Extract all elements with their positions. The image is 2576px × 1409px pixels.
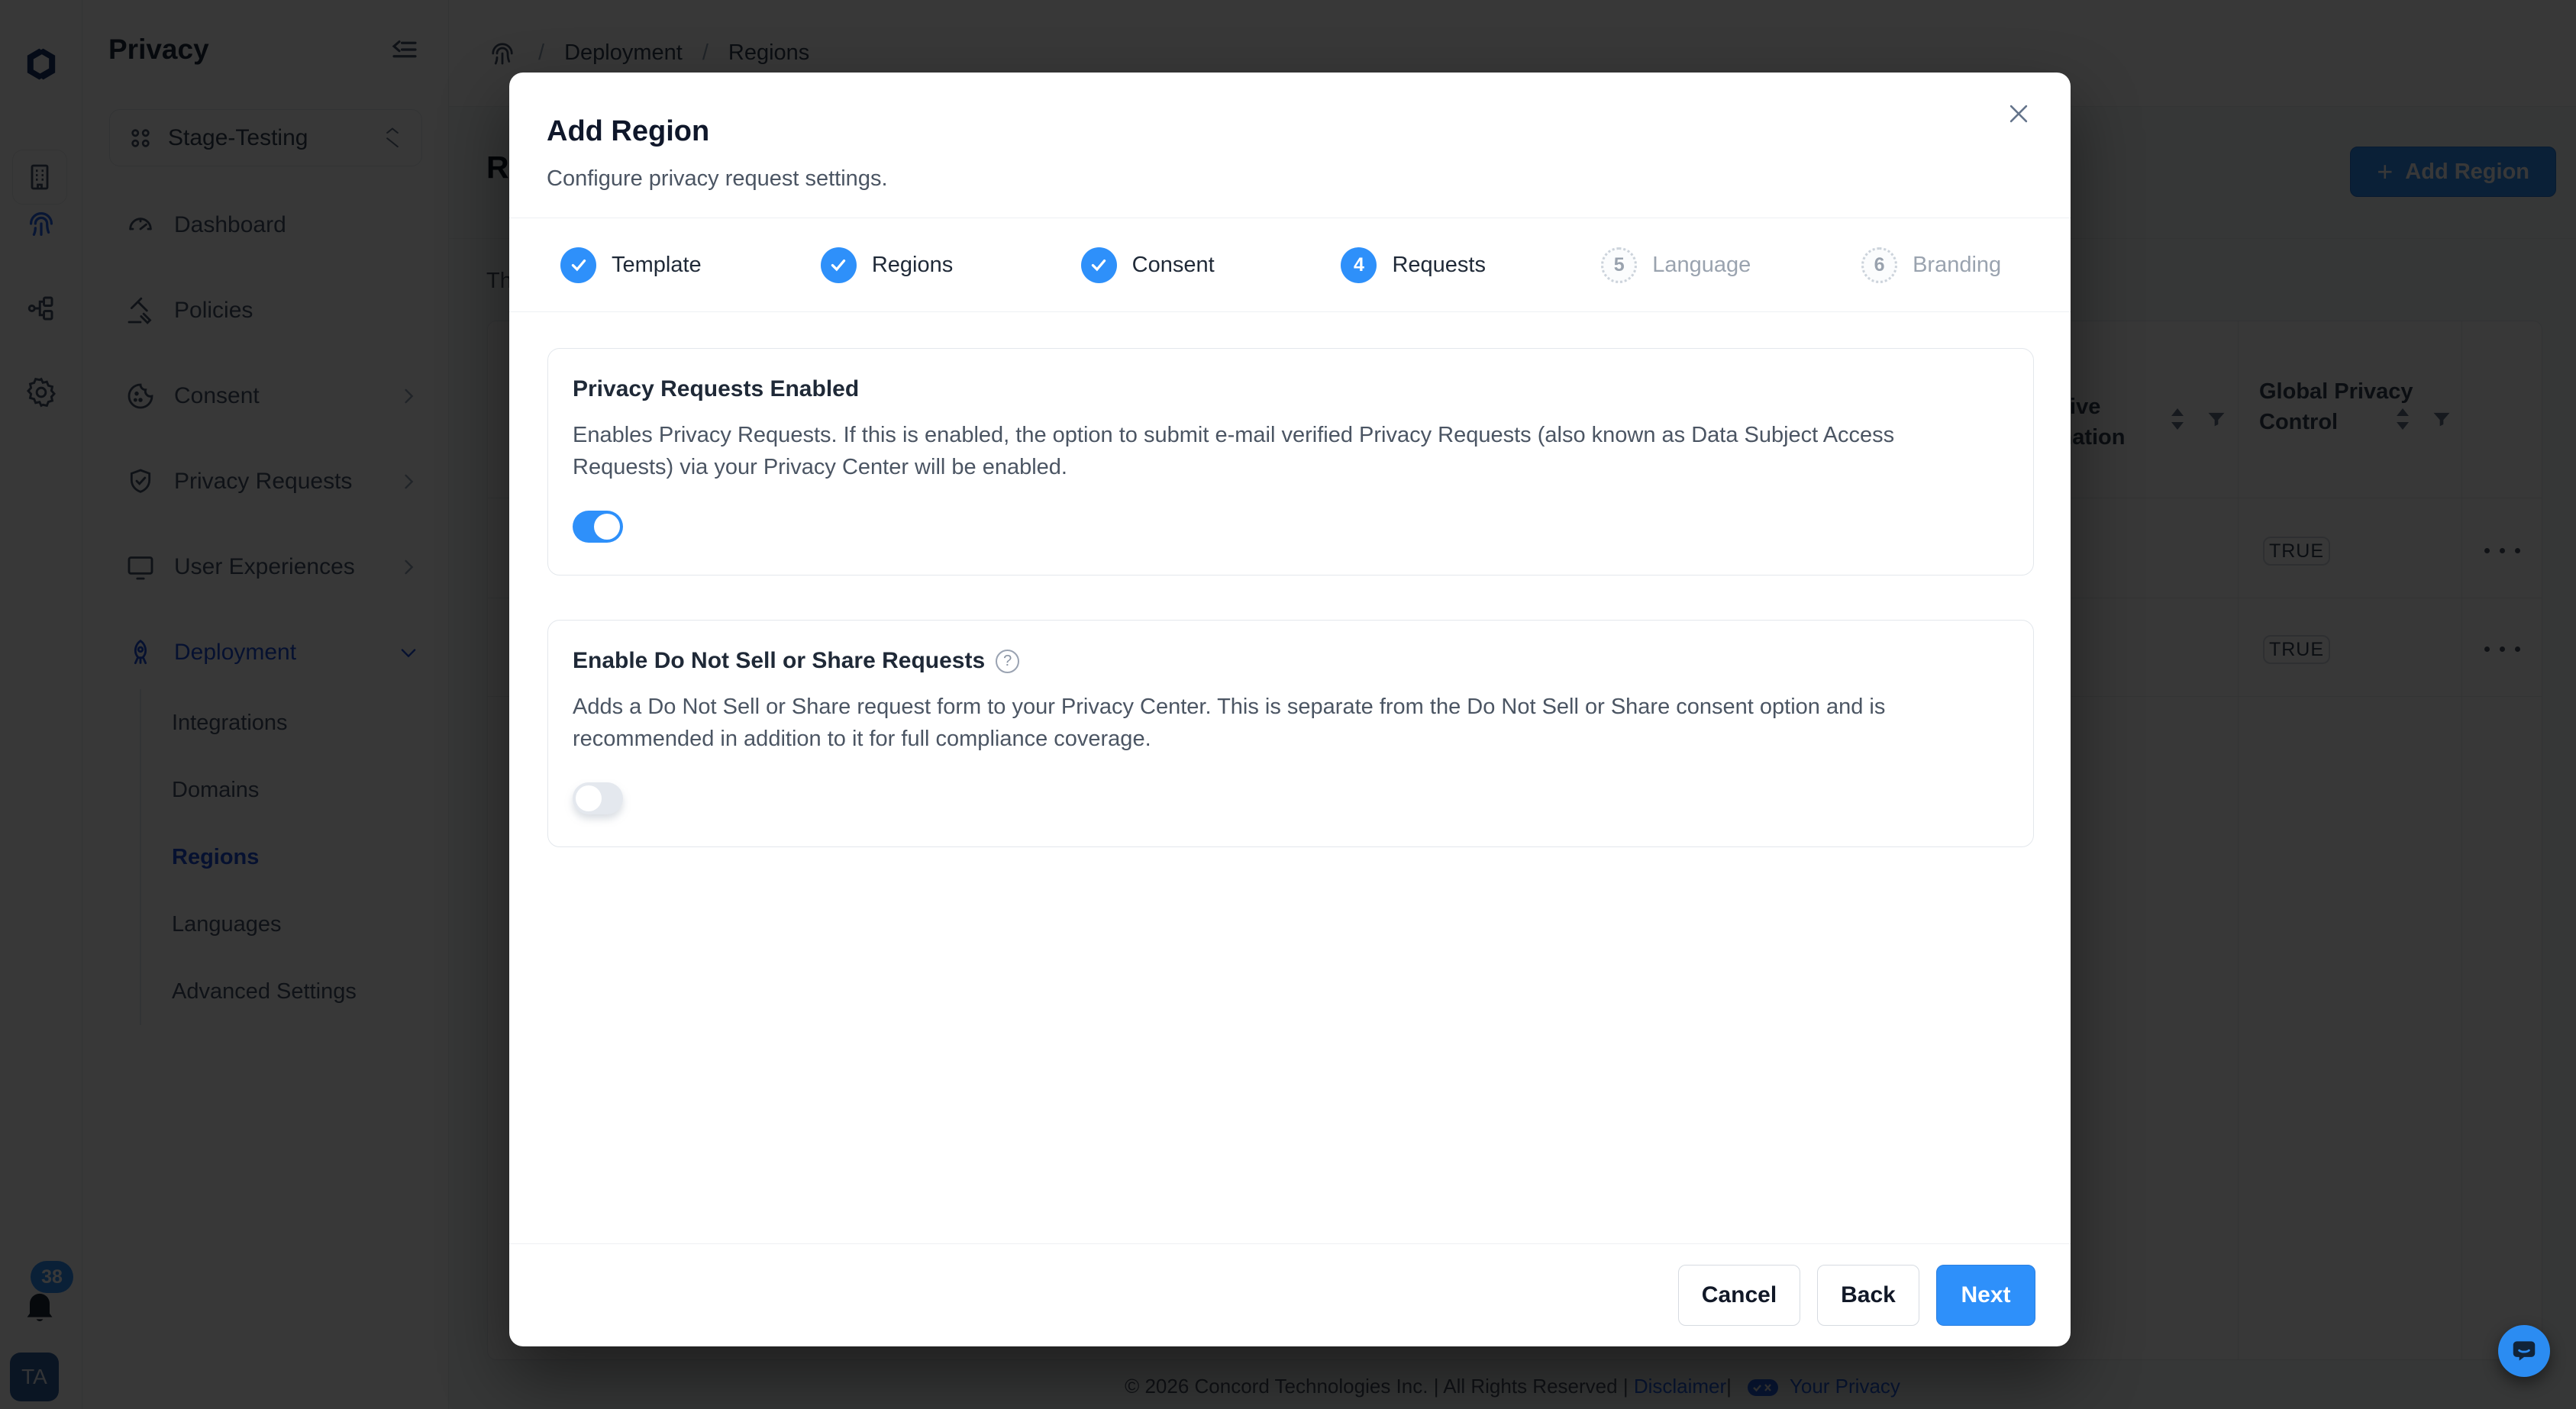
step-label: Language — [1652, 253, 1751, 278]
step-label: Branding — [1913, 253, 2001, 278]
modal-header: Add Region Configure privacy request set… — [509, 73, 2071, 218]
step-label: Template — [612, 253, 702, 278]
do-not-sell-toggle[interactable] — [573, 782, 623, 814]
step-branding[interactable]: 6 Branding — [1810, 218, 2071, 311]
step-number: 6 — [1861, 247, 1897, 283]
toggle-knob — [594, 514, 620, 540]
close-icon — [2006, 101, 2032, 127]
chat-launcher-button[interactable] — [2498, 1325, 2550, 1377]
chat-bubble-icon — [2510, 1336, 2539, 1365]
back-button[interactable]: Back — [1817, 1265, 1919, 1326]
modal-subtitle: Configure privacy request settings. — [547, 166, 2034, 192]
step-check-icon — [560, 247, 596, 283]
toggle-knob — [576, 785, 602, 811]
step-template[interactable]: Template — [509, 218, 770, 311]
step-number: 4 — [1341, 247, 1377, 283]
setting-title: Privacy Requests Enabled — [573, 376, 2009, 402]
step-regions[interactable]: Regions — [770, 218, 1030, 311]
step-consent[interactable]: Consent — [1030, 218, 1290, 311]
help-icon[interactable]: ? — [996, 650, 1019, 673]
step-number: 5 — [1601, 247, 1637, 283]
privacy-requests-enabled-card: Privacy Requests Enabled Enables Privacy… — [547, 348, 2034, 576]
next-button[interactable]: Next — [1936, 1265, 2035, 1326]
setting-title-text: Enable Do Not Sell or Share Requests — [573, 648, 985, 674]
setting-description: Adds a Do Not Sell or Share request form… — [573, 691, 1955, 755]
modal-footer: Cancel Back Next — [509, 1243, 2071, 1346]
step-label: Regions — [872, 253, 953, 278]
add-region-modal: Add Region Configure privacy request set… — [509, 73, 2071, 1346]
step-check-icon — [821, 247, 857, 283]
privacy-requests-toggle[interactable] — [573, 511, 623, 543]
step-check-icon — [1081, 247, 1117, 283]
wizard-stepper: Template Regions Consent 4 Requests 5 — [509, 218, 2071, 312]
app-screen: 38 TA Privacy Stage-Testing — [0, 0, 2576, 1409]
step-label: Consent — [1132, 253, 1215, 278]
cancel-button[interactable]: Cancel — [1678, 1265, 1800, 1326]
step-language[interactable]: 5 Language — [1550, 218, 1810, 311]
setting-description: Enables Privacy Requests. If this is ena… — [573, 419, 1955, 483]
step-label: Requests — [1392, 253, 1486, 278]
modal-title: Add Region — [547, 115, 2034, 148]
setting-title: Enable Do Not Sell or Share Requests ? — [573, 648, 2009, 674]
close-button[interactable] — [1994, 89, 2043, 138]
do-not-sell-card: Enable Do Not Sell or Share Requests ? A… — [547, 620, 2034, 847]
modal-body: Privacy Requests Enabled Enables Privacy… — [509, 312, 2071, 847]
step-requests[interactable]: 4 Requests — [1290, 218, 1550, 311]
